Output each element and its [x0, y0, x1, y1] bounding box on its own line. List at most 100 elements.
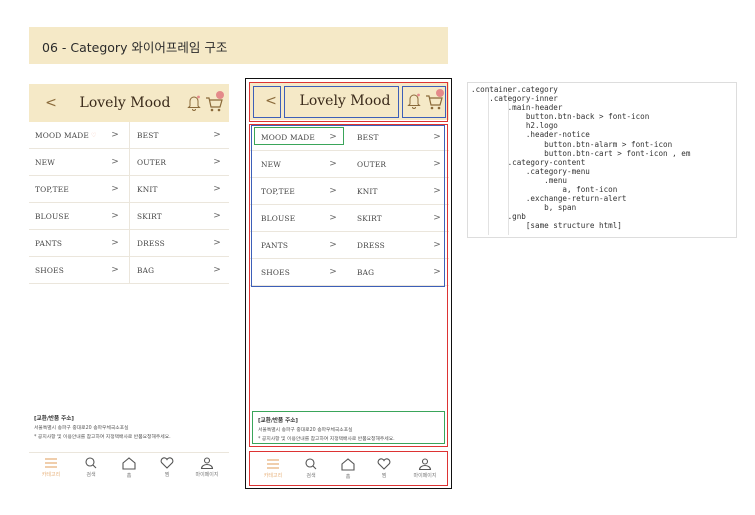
home-icon — [341, 458, 355, 471]
menu-item-bag[interactable]: BAG > — [137, 257, 225, 283]
chevron-right-icon: > — [433, 213, 441, 223]
cart-count-badge — [436, 89, 444, 97]
menu-item-pants[interactable]: PANTS > — [35, 230, 123, 256]
menu-row: NEW > OUTER > — [29, 149, 229, 176]
menu-row: MOOD MADE > BEST > — [249, 124, 449, 151]
gnb: 카테고리 검색 홈 찜 마이페이지 — [249, 454, 449, 490]
chevron-right-icon: > — [111, 238, 119, 248]
gnb-wishlist[interactable]: 찜 — [366, 458, 402, 486]
chevron-right-icon: > — [329, 186, 337, 196]
menu-item-skirt[interactable]: SKIRT > — [137, 203, 225, 229]
menu-item-dress[interactable]: DRESS > — [137, 230, 225, 256]
bell-icon[interactable] — [187, 94, 201, 112]
notice-title: [교환/반품 주소] — [258, 418, 298, 424]
chevron-right-icon: > — [111, 130, 119, 140]
section-title: 06 - Category 와이어프레임 구조 — [42, 40, 228, 55]
menu-row: BLOUSE > SKIRT > — [29, 203, 229, 230]
chevron-right-icon: > — [213, 265, 221, 275]
menu-item-outer[interactable]: OUTER > — [357, 151, 445, 177]
home-icon — [122, 457, 136, 470]
menu-item-outer[interactable]: OUTER > — [137, 149, 225, 175]
heart-icon — [160, 457, 174, 469]
section-title-banner: 06 - Category 와이어프레임 구조 — [29, 27, 448, 64]
menu-row: NEW > OUTER > — [249, 151, 449, 178]
main-header: < Lovely Mood — [29, 84, 229, 122]
chevron-right-icon: > — [433, 132, 441, 142]
chevron-right-icon: > — [213, 211, 221, 221]
chevron-right-icon: > — [329, 240, 337, 250]
gnb-home[interactable]: 홈 — [330, 458, 366, 486]
search-icon — [85, 457, 97, 469]
gnb-home[interactable]: 홈 — [111, 457, 147, 485]
gnb-search[interactable]: 검색 — [73, 457, 109, 485]
menu-item-knit[interactable]: KNIT > — [357, 178, 445, 204]
menu-item-top-tee[interactable]: TOP,TEE > — [261, 178, 341, 204]
menu-item-shoes[interactable]: SHOES > — [261, 259, 341, 285]
menu-item-new[interactable]: NEW > — [35, 149, 123, 175]
menu-row: TOP,TEE > KNIT > — [249, 178, 449, 205]
notice-guide: * 공지사항 및 이용안내를 참고하여 지정택배사로 반품요청해주세요. — [258, 437, 395, 442]
new-dot-icon: ♡ — [91, 131, 97, 139]
user-icon — [418, 458, 432, 470]
notice-address: 서울특별시 송파구 중대로20 송파우체국소포실 — [258, 428, 353, 433]
menu-item-mood-made[interactable]: MOOD MADE > — [261, 124, 341, 150]
html-structure-code: .container.category .category-inner .mai… — [471, 85, 691, 231]
gnb-mypage[interactable]: 마이페이지 — [189, 457, 225, 485]
chevron-right-icon: > — [111, 211, 119, 221]
chevron-right-icon: > — [329, 132, 337, 142]
gnb-category[interactable]: 카테고리 — [255, 458, 291, 486]
gnb: 카테고리 검색 홈 찜 마이페이지 — [29, 452, 229, 488]
exchange-return-alert: [교환/반품 주소] 서울특별시 송파구 중대로20 송파우체국소포실 * 공지… — [34, 414, 224, 440]
search-icon — [305, 458, 317, 470]
chevron-right-icon: > — [213, 184, 221, 194]
bell-icon[interactable] — [407, 92, 421, 110]
menu-item-blouse[interactable]: BLOUSE > — [35, 203, 123, 229]
gnb-category[interactable]: 카테고리 — [33, 457, 69, 485]
chevron-right-icon: > — [213, 238, 221, 248]
menu-item-bag[interactable]: BAG > — [357, 259, 445, 285]
menu-row: SHOES > BAG > — [249, 259, 449, 286]
category-wireframe-plain: < Lovely Mood MOOD MADE ♡ > BEST > NEW > OUT… — [29, 84, 229, 488]
menu-row: PANTS > DRESS > — [249, 232, 449, 259]
menu-icon — [45, 458, 57, 468]
gnb-wishlist[interactable]: 찜 — [149, 457, 185, 485]
category-menu: MOOD MADE ♡ > BEST > NEW > OUTER > TOP,TEE > K… — [29, 122, 229, 284]
exchange-return-alert: [교환/반품 주소] 서울특별시 송파구 중대로20 송파우체국소포실 * 공지… — [258, 416, 448, 442]
gnb-mypage[interactable]: 마이페이지 — [407, 458, 443, 486]
category-menu: MOOD MADE > BEST > NEW > OUTER > TOP,TEE > KN… — [249, 124, 449, 286]
chevron-left-icon: < — [45, 95, 57, 111]
menu-item-knit[interactable]: KNIT > — [137, 176, 225, 202]
notice-guide: * 공지사항 및 이용안내를 참고하여 지정택배사로 반품요청해주세요. — [34, 435, 171, 440]
chevron-right-icon: > — [329, 267, 337, 277]
menu-item-skirt[interactable]: SKIRT > — [357, 205, 445, 231]
notice-address: 서울특별시 송파구 중대로20 송파우체국소포실 — [34, 426, 129, 431]
menu-item-top-tee[interactable]: TOP,TEE > — [35, 176, 123, 202]
chevron-right-icon: > — [111, 157, 119, 167]
menu-item-blouse[interactable]: BLOUSE > — [261, 205, 341, 231]
chevron-right-icon: > — [433, 186, 441, 196]
menu-row: TOP,TEE > KNIT > — [29, 176, 229, 203]
logo[interactable]: Lovely Mood — [77, 90, 173, 116]
logo[interactable]: Lovely Mood — [297, 88, 393, 114]
chevron-right-icon: > — [433, 159, 441, 169]
html-structure-panel: .container.category .category-inner .mai… — [467, 82, 737, 238]
user-icon — [200, 457, 214, 469]
menu-item-dress[interactable]: DRESS > — [357, 232, 445, 258]
menu-row: PANTS > DRESS > — [29, 230, 229, 257]
menu-item-new[interactable]: NEW > — [261, 151, 341, 177]
chevron-right-icon: > — [213, 157, 221, 167]
menu-item-pants[interactable]: PANTS > — [261, 232, 341, 258]
menu-icon — [267, 459, 279, 469]
chevron-right-icon: > — [213, 130, 221, 140]
menu-item-best[interactable]: BEST > — [357, 124, 445, 150]
menu-item-shoes[interactable]: SHOES > — [35, 257, 123, 283]
menu-row: BLOUSE > SKIRT > — [249, 205, 449, 232]
category-wireframe-annotated: < Lovely Mood MOOD MADE > BEST > NEW > OUTE… — [249, 82, 449, 486]
chevron-right-icon: > — [329, 159, 337, 169]
back-button[interactable]: < — [36, 90, 66, 116]
back-button[interactable]: < — [256, 88, 286, 114]
menu-item-mood-made[interactable]: MOOD MADE ♡ > — [35, 122, 123, 148]
notice-title: [교환/반품 주소] — [34, 416, 74, 422]
menu-item-best[interactable]: BEST > — [137, 122, 225, 148]
gnb-search[interactable]: 검색 — [293, 458, 329, 486]
